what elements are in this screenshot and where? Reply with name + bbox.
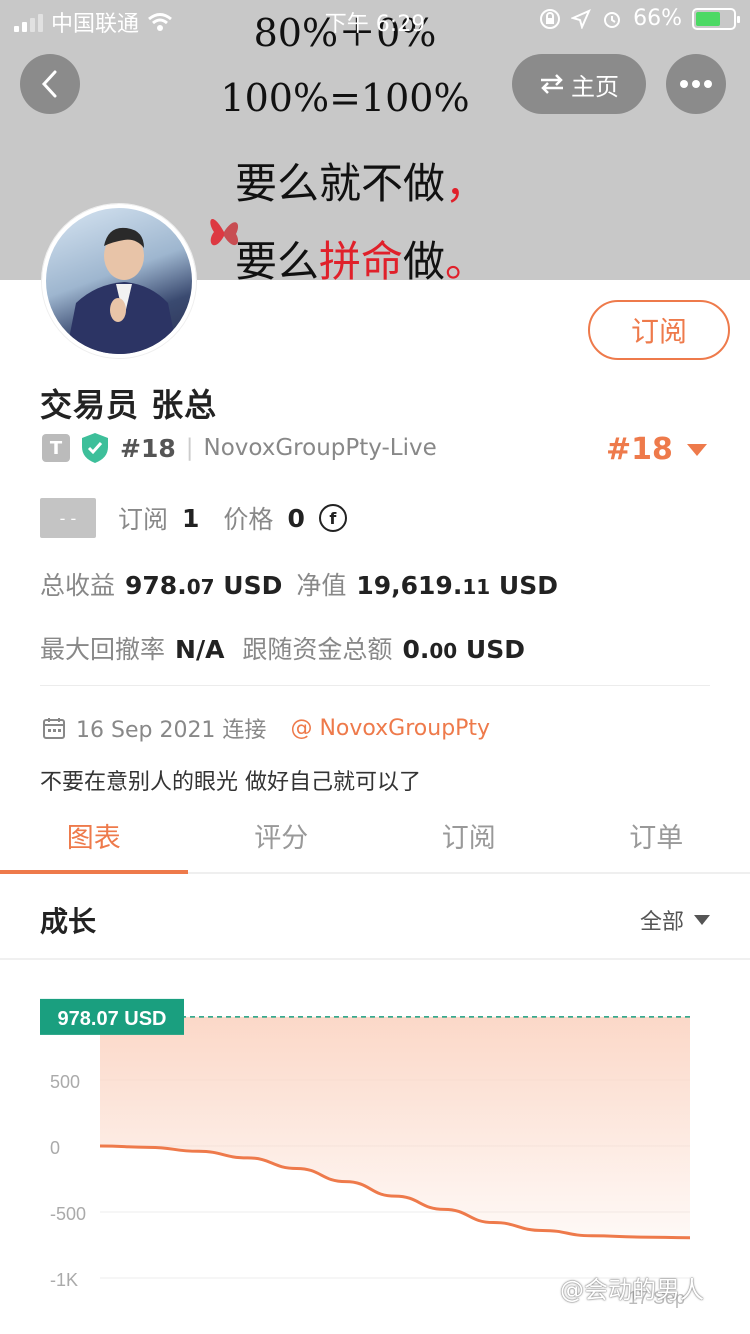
- subs-value: 1: [182, 503, 200, 533]
- account-row: T #18 | NovoxGroupPty-Live: [42, 432, 437, 464]
- tab-subscriptions[interactable]: 订阅: [375, 806, 563, 872]
- butterfly-icon: [210, 218, 239, 246]
- connection-row: 16 Sep 2021 连接 @ NovoxGroupPty: [42, 712, 490, 744]
- level-badge: - -: [40, 498, 96, 538]
- connection-date: 16 Sep 2021 连接: [76, 718, 267, 743]
- avatar[interactable]: [42, 204, 196, 358]
- broker-link[interactable]: @ NovoxGroupPty: [290, 716, 490, 741]
- location-icon: [571, 8, 592, 29]
- y-tick-label: -1K: [50, 1270, 78, 1290]
- profit-label: 总收益: [40, 571, 116, 600]
- divider-bar: |: [185, 435, 194, 461]
- tab-rating[interactable]: 评分: [188, 806, 376, 872]
- caret-down-icon: [694, 915, 710, 925]
- subscription-stats: - - 订阅 1 价格 0 f: [40, 498, 347, 538]
- battery-icon: [692, 7, 740, 30]
- section-divider: [40, 685, 710, 686]
- watermark-text: @会动的男人: [560, 1276, 704, 1304]
- tab-orders[interactable]: 订单: [563, 806, 750, 872]
- trader-bio: 不要在意别人的眼光 做好自己就可以了: [40, 770, 421, 795]
- more-button[interactable]: [666, 54, 726, 114]
- back-button[interactable]: [20, 54, 80, 114]
- calendar-icon: [43, 718, 65, 739]
- price-label: 价格: [223, 505, 274, 534]
- drawdown-follow-row: 最大回撤率 N/A 跟随资金总额 0.00 USD: [40, 630, 525, 666]
- value-label-text: 978.07 USD: [58, 1008, 167, 1030]
- profit-value: 978.07 USD: [125, 571, 283, 600]
- area-fill: [100, 1016, 690, 1238]
- avatar-image: [66, 227, 178, 354]
- follow-value: 0.00 USD: [402, 635, 525, 664]
- y-tick-label: -500: [50, 1204, 86, 1224]
- type-badge: T: [42, 434, 70, 462]
- home-button[interactable]: 主页: [512, 54, 646, 114]
- trader-name: 交易员 张总: [40, 386, 218, 424]
- drawdown-value: N/A: [175, 635, 225, 664]
- range-filter-label: 全部: [639, 910, 684, 935]
- growth-header: 成长 全部: [0, 876, 750, 960]
- equity-label: 净值: [296, 571, 347, 600]
- subs-label: 订阅: [118, 505, 169, 534]
- rank-dropdown[interactable]: #18: [606, 432, 707, 467]
- rank-dropdown-label: #18: [606, 432, 673, 467]
- swap-icon: [541, 74, 563, 94]
- more-dots-icon: [680, 80, 712, 88]
- home-button-label: 主页: [571, 72, 619, 101]
- y-tick-label: 0: [50, 1138, 60, 1158]
- tab-chart[interactable]: 图表: [0, 806, 188, 874]
- verified-shield-icon: [82, 433, 108, 463]
- rank-label: #18: [120, 433, 176, 463]
- rotation-lock-icon: [540, 8, 561, 29]
- chevron-left-icon: [41, 70, 57, 98]
- y-tick-label: 500: [50, 1072, 80, 1092]
- profit-equity-row: 总收益 978.07 USD 净值 19,619.11 USD: [40, 566, 558, 602]
- caret-down-icon: [686, 443, 707, 456]
- equity-value: 19,619.11 USD: [356, 571, 558, 600]
- subscribe-button[interactable]: 订阅: [588, 300, 730, 360]
- battery-percent: 66%: [633, 6, 682, 31]
- status-bar: 中国联通 下午 6:29 66%: [0, 0, 750, 40]
- follow-label: 跟随资金总额: [242, 635, 393, 664]
- account-name: NovoxGroupPty-Live: [203, 435, 437, 461]
- range-filter[interactable]: 全部: [640, 904, 710, 936]
- price-value: 0: [287, 503, 305, 533]
- coin-icon: f: [318, 504, 347, 532]
- cover-line-3: 要么就不做，: [234, 159, 488, 208]
- growth-title: 成长: [40, 905, 97, 938]
- drawdown-label: 最大回撤率: [40, 635, 166, 664]
- alarm-icon: [604, 11, 621, 28]
- tab-bar: 图表 评分 订阅 订单: [0, 806, 750, 874]
